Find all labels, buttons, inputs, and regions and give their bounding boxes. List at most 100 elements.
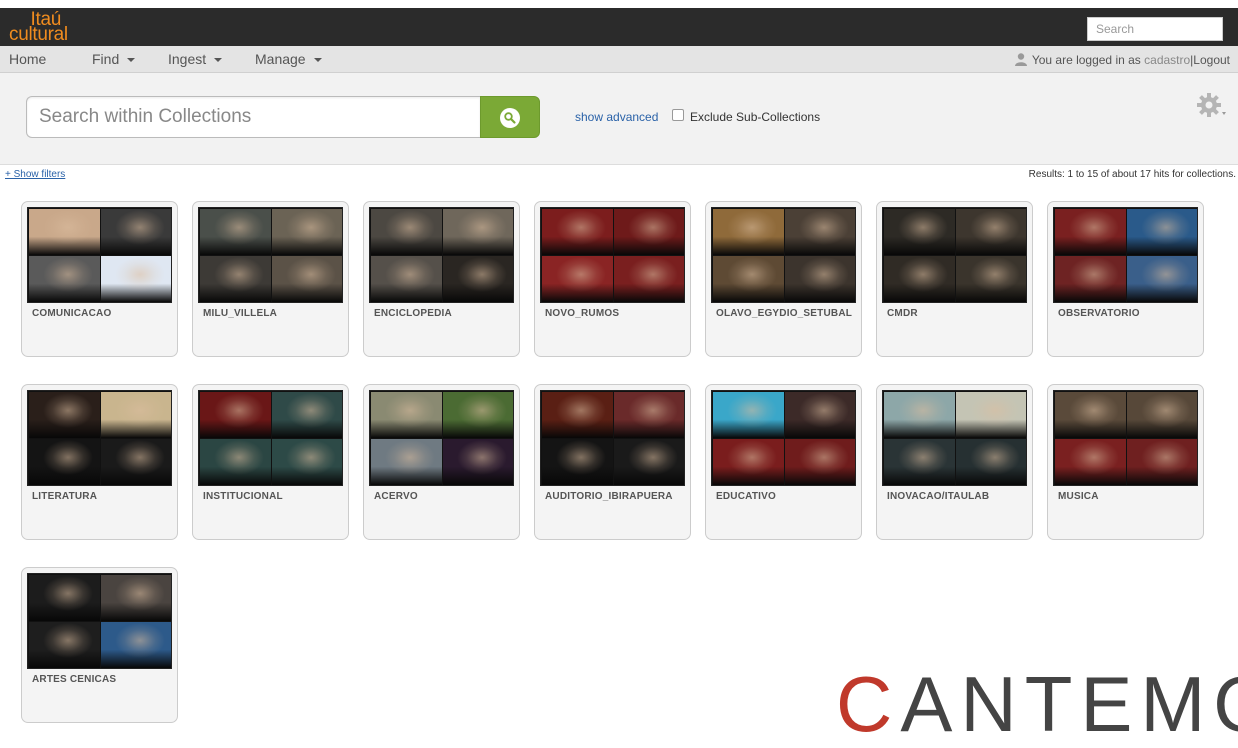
thumbnail-frame bbox=[200, 439, 271, 485]
thumbnail-frame bbox=[542, 256, 613, 302]
collection-label[interactable]: ENCICLOPEDIA bbox=[374, 308, 452, 319]
collection-label[interactable]: AUDITORIO_IBIRAPUERA bbox=[545, 491, 673, 502]
collection-thumbnail[interactable] bbox=[711, 390, 856, 486]
collection-thumbnail[interactable] bbox=[198, 390, 343, 486]
collection-card[interactable]: AUDITORIO_IBIRAPUERA bbox=[534, 384, 691, 540]
collection-thumbnail[interactable] bbox=[198, 207, 343, 303]
collection-card[interactable]: MUSICA bbox=[1047, 384, 1204, 540]
collection-label[interactable]: ACERVO bbox=[374, 491, 418, 502]
collection-label[interactable]: ARTES CENICAS bbox=[32, 674, 116, 685]
logout-link[interactable]: Logout bbox=[1193, 53, 1230, 67]
thumbnail-frame bbox=[785, 439, 855, 485]
thumbnail-frame bbox=[200, 209, 271, 255]
collection-thumbnail[interactable] bbox=[711, 207, 856, 303]
thumbnail-frame bbox=[101, 256, 171, 302]
collection-card[interactable]: INOVACAO/ITAULAB bbox=[876, 384, 1033, 540]
chevron-down-icon bbox=[214, 58, 223, 63]
thumbnail-frame bbox=[614, 392, 684, 438]
collection-card[interactable]: ENCICLOPEDIA bbox=[363, 201, 520, 357]
thumbnail-frame bbox=[884, 256, 955, 302]
collection-card[interactable]: EDUCATIVO bbox=[705, 384, 862, 540]
username-link[interactable]: cadastro bbox=[1144, 53, 1190, 67]
collection-label[interactable]: NOVO_RUMOS bbox=[545, 308, 619, 319]
thumbnail-frame bbox=[443, 439, 513, 485]
thumbnail-frame bbox=[785, 392, 855, 438]
thumbnail-frame bbox=[29, 209, 100, 255]
collection-thumbnail[interactable] bbox=[882, 207, 1027, 303]
collection-label[interactable]: EDUCATIVO bbox=[716, 491, 776, 502]
collection-label[interactable]: CMDR bbox=[887, 308, 918, 319]
thumbnail-frame bbox=[1127, 392, 1197, 438]
collection-card[interactable]: LITERATURA bbox=[21, 384, 178, 540]
collection-thumbnail[interactable] bbox=[882, 390, 1027, 486]
results-summary: Results: 1 to 15 of about 17 hits for co… bbox=[1028, 169, 1236, 180]
show-advanced-link[interactable]: show advanced bbox=[575, 110, 658, 124]
collection-label[interactable]: OBSERVATORIO bbox=[1058, 308, 1140, 319]
collection-thumbnail[interactable] bbox=[27, 207, 172, 303]
collection-card[interactable]: MILU_VILLELA bbox=[192, 201, 349, 357]
thumbnail-frame bbox=[542, 392, 613, 438]
collection-label[interactable]: COMUNICACAO bbox=[32, 308, 111, 319]
collection-card[interactable]: INSTITUCIONAL bbox=[192, 384, 349, 540]
collection-card[interactable]: OLAVO_EGYDIO_SETUBAL bbox=[705, 201, 862, 357]
thumbnail-frame bbox=[1055, 256, 1126, 302]
collection-card[interactable]: ACERVO bbox=[363, 384, 520, 540]
thumbnail-frame bbox=[200, 392, 271, 438]
nav-ingest-label: Ingest bbox=[168, 51, 207, 67]
nav-ingest[interactable]: Ingest bbox=[168, 51, 223, 67]
thumbnail-frame bbox=[1127, 209, 1197, 255]
show-filters-link[interactable]: + Show filters bbox=[5, 169, 65, 180]
user-icon bbox=[1014, 53, 1027, 66]
thumbnail-frame bbox=[713, 392, 784, 438]
thumbnail-frame bbox=[29, 256, 100, 302]
collection-card[interactable]: OBSERVATORIO bbox=[1047, 201, 1204, 357]
thumbnail-frame bbox=[713, 439, 784, 485]
collection-thumbnail[interactable] bbox=[1053, 207, 1198, 303]
collection-thumbnail[interactable] bbox=[540, 207, 685, 303]
collection-thumbnail[interactable] bbox=[1053, 390, 1198, 486]
search-area: Search within Collections show advanced … bbox=[0, 73, 1238, 165]
thumbnail-frame bbox=[956, 392, 1026, 438]
search-button[interactable] bbox=[480, 96, 540, 138]
thumbnail-frame bbox=[1055, 209, 1126, 255]
exclude-subcollections-label: Exclude Sub-Collections bbox=[690, 110, 821, 124]
thumbnail-frame bbox=[29, 392, 100, 438]
collection-label[interactable]: OLAVO_EGYDIO_SETUBAL bbox=[716, 308, 852, 319]
brand-logo[interactable]: Itaú cultural bbox=[9, 10, 68, 44]
thumbnail-frame bbox=[29, 575, 100, 621]
collection-label[interactable]: INOVACAO/ITAULAB bbox=[887, 491, 989, 502]
thumbnail-frame bbox=[614, 209, 684, 255]
collection-card[interactable]: CMDR bbox=[876, 201, 1033, 357]
collection-thumbnail[interactable] bbox=[27, 390, 172, 486]
collection-label[interactable]: MUSICA bbox=[1058, 491, 1099, 502]
collection-card[interactable]: ARTES CENICAS bbox=[21, 567, 178, 723]
collection-thumbnail[interactable] bbox=[369, 207, 514, 303]
thumbnail-frame bbox=[884, 392, 955, 438]
login-info: You are logged in as cadastro|Logout bbox=[1014, 52, 1230, 67]
thumbnail-frame bbox=[443, 392, 513, 438]
collection-label[interactable]: INSTITUCIONAL bbox=[203, 491, 283, 502]
search-icon bbox=[500, 108, 520, 128]
nav-home[interactable]: Home bbox=[9, 51, 46, 67]
nav-manage[interactable]: Manage bbox=[255, 51, 322, 67]
exclude-subcollections-checkbox[interactable] bbox=[672, 109, 684, 121]
collection-search-input[interactable]: Search within Collections bbox=[26, 96, 480, 138]
gear-icon[interactable] bbox=[1195, 91, 1229, 125]
collection-card[interactable]: NOVO_RUMOS bbox=[534, 201, 691, 357]
thumbnail-frame bbox=[272, 439, 342, 485]
nav-find[interactable]: Find bbox=[92, 51, 136, 67]
thumbnail-frame bbox=[101, 209, 171, 255]
collection-thumbnail[interactable] bbox=[27, 573, 172, 669]
global-search-input[interactable]: Search bbox=[1087, 17, 1223, 41]
thumbnail-frame bbox=[443, 256, 513, 302]
thumbnail-frame bbox=[542, 209, 613, 255]
thumbnail-frame bbox=[443, 209, 513, 255]
collection-label[interactable]: LITERATURA bbox=[32, 491, 97, 502]
collection-card[interactable]: COMUNICACAO bbox=[21, 201, 178, 357]
thumbnail-frame bbox=[101, 575, 171, 621]
collection-thumbnail[interactable] bbox=[369, 390, 514, 486]
collection-label[interactable]: MILU_VILLELA bbox=[203, 308, 277, 319]
thumbnail-frame bbox=[614, 439, 684, 485]
collection-thumbnail[interactable] bbox=[540, 390, 685, 486]
watermark-rest: ANTEMO bbox=[900, 660, 1238, 748]
